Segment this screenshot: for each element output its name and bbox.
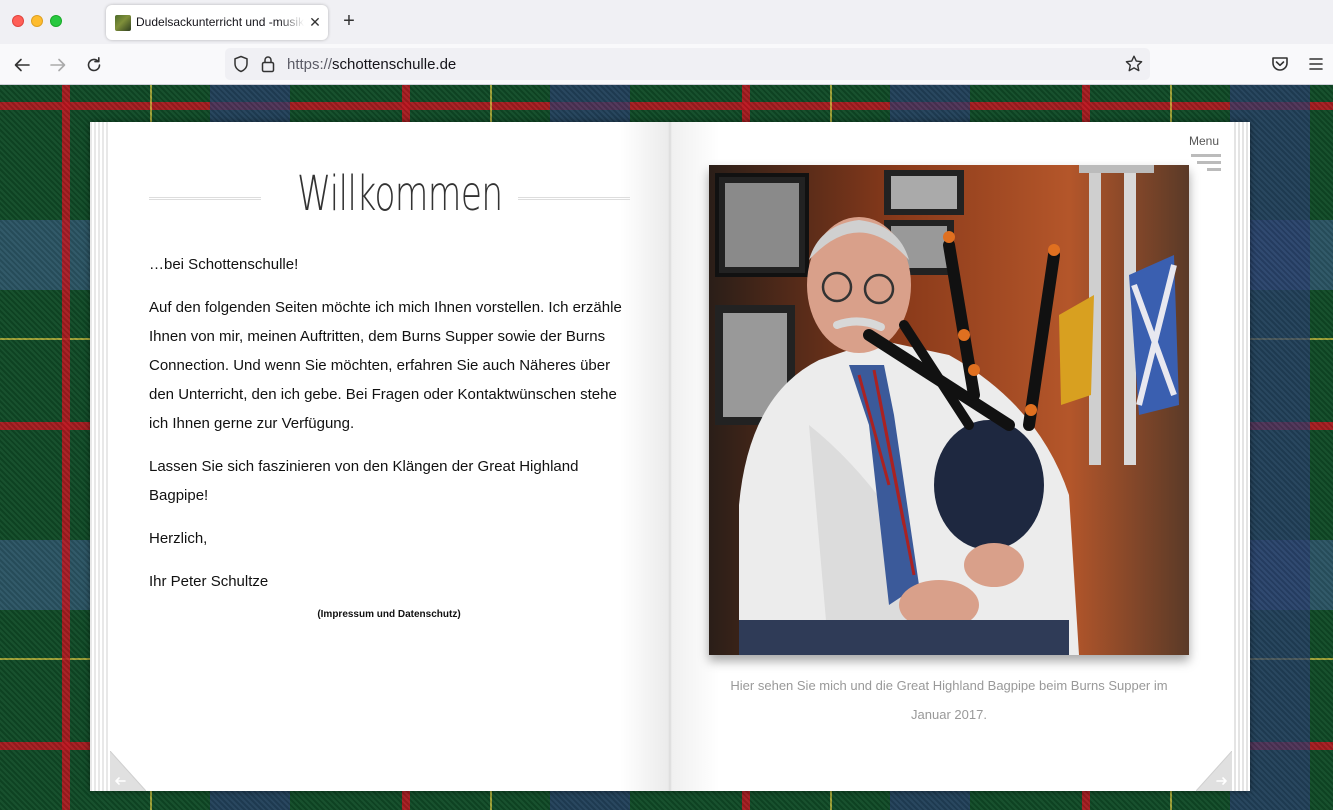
title-divider-right (518, 197, 630, 200)
pocket-icon[interactable] (1268, 52, 1292, 76)
menu-bar-icon (1197, 161, 1221, 164)
photo-caption: Hier sehen Sie mich und die Great Highla… (730, 678, 1168, 722)
menu-button[interactable]: Menu (1189, 134, 1225, 174)
left-page: Willkommen …bei Schottenschulle! Auf den… (149, 122, 630, 791)
page-title: Willkommen (296, 166, 503, 222)
intro-paragraph: Auf den folgenden Seiten möchte ich mich… (149, 299, 622, 432)
navigation-bar: https://schottenschulle.de (0, 44, 1333, 85)
reload-button[interactable] (81, 52, 107, 78)
tab-bar: Dudelsackunterricht und -musik ✕ + (0, 0, 1333, 44)
signature: Ihr Peter Schultze (149, 573, 269, 590)
url-text[interactable]: https://schottenschulle.de (287, 56, 456, 73)
maximize-window-button[interactable] (50, 15, 62, 27)
tab-active[interactable]: Dudelsackunterricht und -musik ✕ (106, 5, 328, 40)
book-gutter (620, 122, 720, 791)
arrow-left-icon (14, 58, 30, 72)
back-button[interactable] (9, 52, 35, 78)
close-window-button[interactable] (12, 15, 24, 27)
hamburger-menu-icon[interactable] (1304, 52, 1328, 76)
site-favicon-icon (115, 15, 131, 31)
bagpipe-paragraph: Lassen Sie sich faszinieren von den Klän… (149, 458, 579, 504)
url-protocol: https:// (287, 56, 333, 73)
url-host: schottenschulle.de (332, 56, 457, 73)
lock-icon[interactable] (261, 55, 275, 73)
previous-page-corner-button[interactable] (110, 751, 146, 791)
greeting: …bei Schottenschulle! (149, 256, 299, 273)
welcome-text: …bei Schottenschulle! Auf den folgenden … (149, 250, 629, 610)
address-bar[interactable]: https://schottenschulle.de (225, 48, 1150, 80)
tab-close-icon[interactable]: ✕ (306, 13, 324, 31)
new-tab-button[interactable]: + (338, 10, 360, 32)
arrow-right-icon (50, 58, 66, 72)
right-page: Menu Hier sehen Sie mich und die Great H… (709, 122, 1229, 791)
title-row: Willkommen (149, 164, 630, 224)
menu-label: Menu (1189, 134, 1220, 148)
closing: Herzlich, (149, 530, 208, 547)
shield-icon[interactable] (233, 55, 249, 73)
menu-bar-icon (1191, 154, 1221, 157)
forward-button[interactable] (45, 52, 71, 78)
page-background: Willkommen …bei Schottenschulle! Auf den… (0, 85, 1333, 810)
book-page-edges-right (1232, 122, 1250, 791)
imprint-footer: (Impressum und Datenschutz) (149, 609, 629, 620)
bookmark-star-icon[interactable] (1124, 54, 1144, 74)
book: Willkommen …bei Schottenschulle! Auf den… (90, 122, 1250, 791)
book-page-edges-left (90, 122, 110, 791)
reload-icon (87, 57, 101, 72)
imprint-link[interactable]: (Impressum und Datenschutz) (317, 609, 460, 620)
bagpiper-photo-image (709, 165, 1189, 655)
next-page-corner-button[interactable] (1196, 751, 1232, 791)
tab-title: Dudelsackunterricht und -musik (136, 15, 304, 29)
minimize-window-button[interactable] (31, 15, 43, 27)
title-divider-left (149, 197, 261, 200)
bagpiper-photo (709, 165, 1189, 655)
menu-bar-icon (1207, 168, 1221, 171)
